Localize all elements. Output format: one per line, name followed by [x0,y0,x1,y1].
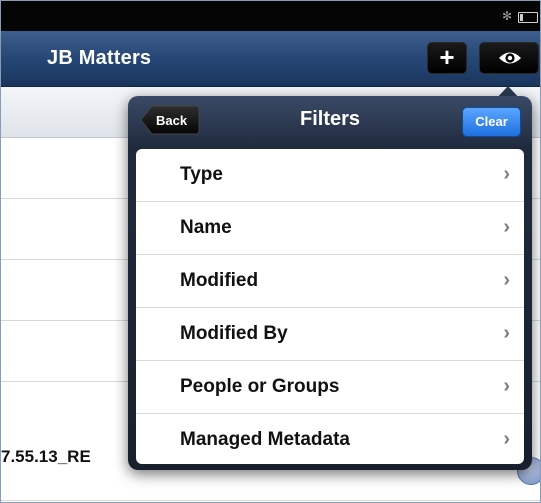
chevron-right-icon: › [503,322,510,344]
filter-item-managed-metadata[interactable]: Managed Metadata › [136,414,524,464]
page-title: JB Matters [47,47,152,69]
chevron-right-icon: › [503,375,510,397]
chevron-right-icon: › [503,428,510,450]
chevron-right-icon: › [503,163,510,185]
navigation-bar: JB Matters + [1,31,540,87]
filter-item-type[interactable]: Type › [136,149,524,202]
filter-item-label: Modified By [180,323,288,344]
filter-item-name[interactable]: Name › [136,202,524,255]
list-item-label: 7.55.13_RE [1,447,91,466]
filter-item-label: Type [180,164,223,185]
filter-list: Type › Name › Modified › Modified By › P… [136,149,524,464]
filter-item-label: Managed Metadata [180,429,350,450]
filter-item-label: Modified [180,270,259,291]
status-bar: ✻ [1,1,540,31]
filter-item-people-or-groups[interactable]: People or Groups › [136,361,524,414]
view-filter-button[interactable] [479,42,539,74]
filters-popover: Back Filters Clear Type › Name › Modifie… [128,96,532,470]
bluetooth-icon: ✻ [502,9,513,23]
add-button[interactable]: + [427,42,467,74]
clear-button[interactable]: Clear [462,107,521,137]
eye-icon [499,52,521,64]
filter-item-label: Name [180,217,232,238]
filter-item-modified-by[interactable]: Modified By › [136,308,524,361]
filter-item-modified[interactable]: Modified › [136,255,524,308]
filter-item-label: People or Groups [180,376,340,397]
chevron-right-icon: › [503,216,510,238]
app-window: ✻ JB Matters + 7.55.13_RE Back Filters C… [0,0,541,503]
battery-icon [518,12,538,23]
chevron-right-icon: › [503,269,510,291]
